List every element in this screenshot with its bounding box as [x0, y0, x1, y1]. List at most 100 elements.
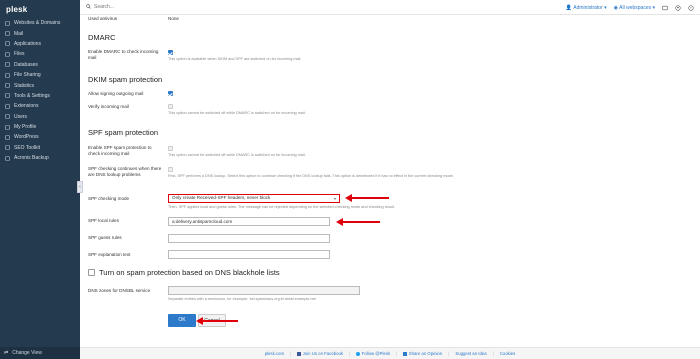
- share-icon: [4, 72, 10, 78]
- spf-continue-hint: First, SPF performs a DNS lookup. Select…: [168, 174, 454, 178]
- used-antivirus-label: Used antivirus: [88, 16, 118, 21]
- sidebar-item-mail[interactable]: Mail: [0, 28, 80, 38]
- spf-explanation-input[interactable]: [168, 250, 330, 259]
- sidebar-item-label: File Sharing: [14, 72, 41, 79]
- tour-icon[interactable]: [675, 4, 681, 11]
- wordpress-icon: [4, 134, 10, 140]
- spf-guess-label: SPF guess rules: [88, 235, 122, 240]
- footer-separator: |: [349, 351, 351, 356]
- main-content: ‹ Used antivirus None DMARC Enable DMARC…: [77, 15, 700, 347]
- spf-enable-checkbox: [168, 146, 173, 151]
- footer-link-idea[interactable]: Suggest an Idea: [455, 351, 486, 356]
- ok-button[interactable]: OK: [168, 314, 196, 327]
- annotation-arrow: [336, 218, 380, 226]
- used-antivirus-value: None: [168, 16, 179, 21]
- webspaces-menu[interactable]: ◉ All webspaces ▾: [614, 5, 655, 11]
- footer-link-opinion-label: Share an Opinion: [408, 351, 443, 356]
- dkim-verify-label: Verify incoming mail: [88, 104, 129, 109]
- sidebar-item-file-sharing[interactable]: File Sharing: [0, 70, 80, 80]
- svg-text:?: ?: [690, 6, 692, 10]
- sidebar-item-label: Mail: [14, 30, 24, 37]
- sidebar-item-label: SEO Toolkit: [14, 144, 41, 151]
- user-menu[interactable]: 👤 Administrator ▾: [566, 5, 607, 11]
- spf-mode-label: SPF checking mode: [88, 196, 130, 201]
- sidebar-item-applications[interactable]: Applications: [0, 39, 80, 49]
- spf-local-label: SPF local rules: [88, 218, 119, 223]
- footer-link-facebook[interactable]: Join Us on Facebook: [297, 351, 343, 356]
- footer-link-facebook-label: Join Us on Facebook: [302, 351, 344, 356]
- spf-mode-select[interactable]: Only create Received-SPF headers, never …: [168, 194, 340, 203]
- dkim-verify-checkbox: [168, 104, 173, 109]
- sidebar-item-websites-domains[interactable]: Websites & Domains: [0, 18, 80, 28]
- collapse-sidebar-handle[interactable]: ‹: [77, 181, 83, 193]
- chevron-down-icon: ▾: [333, 196, 336, 201]
- change-view-button[interactable]: ⇄ Change View: [0, 347, 80, 359]
- search-icon: [86, 3, 94, 11]
- dmarc-section-title: DMARC: [88, 33, 116, 42]
- sidebar-item-seo-toolkit[interactable]: SEO Toolkit: [0, 143, 80, 153]
- footer-link-plesk[interactable]: plesk.com: [265, 351, 284, 356]
- footer-link-cookies[interactable]: Cookies: [500, 351, 516, 356]
- webspaces-menu-label: All webspaces ▾: [619, 4, 655, 11]
- notifications-icon[interactable]: [662, 5, 668, 11]
- spf-enable-label: Enable SPF spam protection to check inco…: [88, 145, 152, 156]
- sidebar-item-label: Databases: [14, 61, 38, 68]
- sidebar-nav: Websites & Domains Mail Applications Files D…: [0, 18, 80, 163]
- sidebar-item-wordpress[interactable]: WordPress: [0, 132, 80, 142]
- globe-icon: [4, 20, 10, 26]
- spf-continue-label: SPF checking continues when there are DN…: [88, 166, 162, 177]
- webspaces-icon: ◉: [613, 4, 619, 11]
- users-icon: [4, 114, 10, 120]
- sidebar-item-databases[interactable]: Databases: [0, 60, 80, 70]
- top-bar: 👤 Administrator ▾ ◉ All webspaces ▾ ?: [80, 0, 700, 15]
- footer: plesk.com | Join Us on Facebook | Follow…: [80, 347, 700, 359]
- footer-link-twitter[interactable]: Follow @Plesk: [356, 351, 390, 356]
- help-icon[interactable]: ?: [688, 4, 694, 11]
- sidebar-item-label: Statistics: [14, 82, 35, 89]
- dnsbl-title: Turn on spam protection based on DNS bla…: [99, 268, 280, 277]
- change-view-label: Change View: [12, 350, 42, 356]
- footer-separator: |: [290, 351, 292, 356]
- spf-guess-input[interactable]: [168, 234, 330, 243]
- sidebar-item-files[interactable]: Files: [0, 49, 80, 59]
- footer-separator: |: [396, 351, 398, 356]
- twitter-icon: [356, 351, 361, 356]
- dnsbl-input[interactable]: [168, 286, 360, 295]
- sidebar-item-label: Extensions: [14, 103, 39, 110]
- sidebar: plesk Websites & Domains Mail Applications…: [0, 0, 80, 359]
- dkim-sign-checkbox[interactable]: [168, 91, 173, 96]
- spf-section-title: SPF spam protection: [88, 128, 159, 137]
- dkim-section-title: DKIM spam protection: [88, 75, 163, 84]
- opinion-icon: [403, 351, 408, 356]
- sidebar-item-my-profile[interactable]: My Profile: [0, 122, 80, 132]
- change-view-icon: ⇄: [4, 350, 9, 356]
- sidebar-item-label: My Profile: [14, 124, 37, 131]
- sidebar-item-users[interactable]: Users: [0, 112, 80, 122]
- sidebar-item-label: Tools & Settings: [14, 92, 50, 99]
- dnsbl-checkbox[interactable]: [88, 269, 95, 276]
- footer-link-twitter-label: Follow @Plesk: [361, 351, 391, 356]
- sidebar-item-label: Files: [14, 51, 25, 58]
- sidebar-item-label: Websites & Domains: [14, 20, 61, 27]
- user-menu-label: Administrator ▾: [573, 4, 607, 11]
- dmarc-checkbox[interactable]: [168, 50, 173, 55]
- extensions-icon: [4, 103, 10, 109]
- sidebar-item-label: Users: [14, 113, 28, 120]
- spf-continue-checkbox[interactable]: [168, 167, 173, 172]
- sidebar-item-extensions[interactable]: Extensions: [0, 101, 80, 111]
- spf-enable-hint: This option cannot be switched off while…: [168, 153, 306, 157]
- sidebar-item-statistics[interactable]: Statistics: [0, 80, 80, 90]
- dnsbl-label: DNS zones for DNSBL service: [88, 288, 151, 293]
- sidebar-item-tools-settings[interactable]: Tools & Settings: [0, 91, 80, 101]
- dnsbl-hint: Separate entries with a semicolon, for e…: [168, 297, 317, 301]
- sidebar-item-acronis-backup[interactable]: Acronis Backup: [0, 153, 80, 163]
- annotation-arrow: [345, 194, 389, 202]
- tools-icon: [4, 93, 10, 99]
- spf-explanation-label: SPF explanation text: [88, 252, 131, 257]
- footer-link-opinion[interactable]: Share an Opinion: [403, 351, 442, 356]
- search-input[interactable]: [94, 4, 214, 10]
- database-icon: [4, 62, 10, 68]
- plesk-logo[interactable]: plesk: [0, 0, 80, 18]
- spf-local-input[interactable]: [168, 217, 330, 226]
- search-box[interactable]: [86, 3, 214, 11]
